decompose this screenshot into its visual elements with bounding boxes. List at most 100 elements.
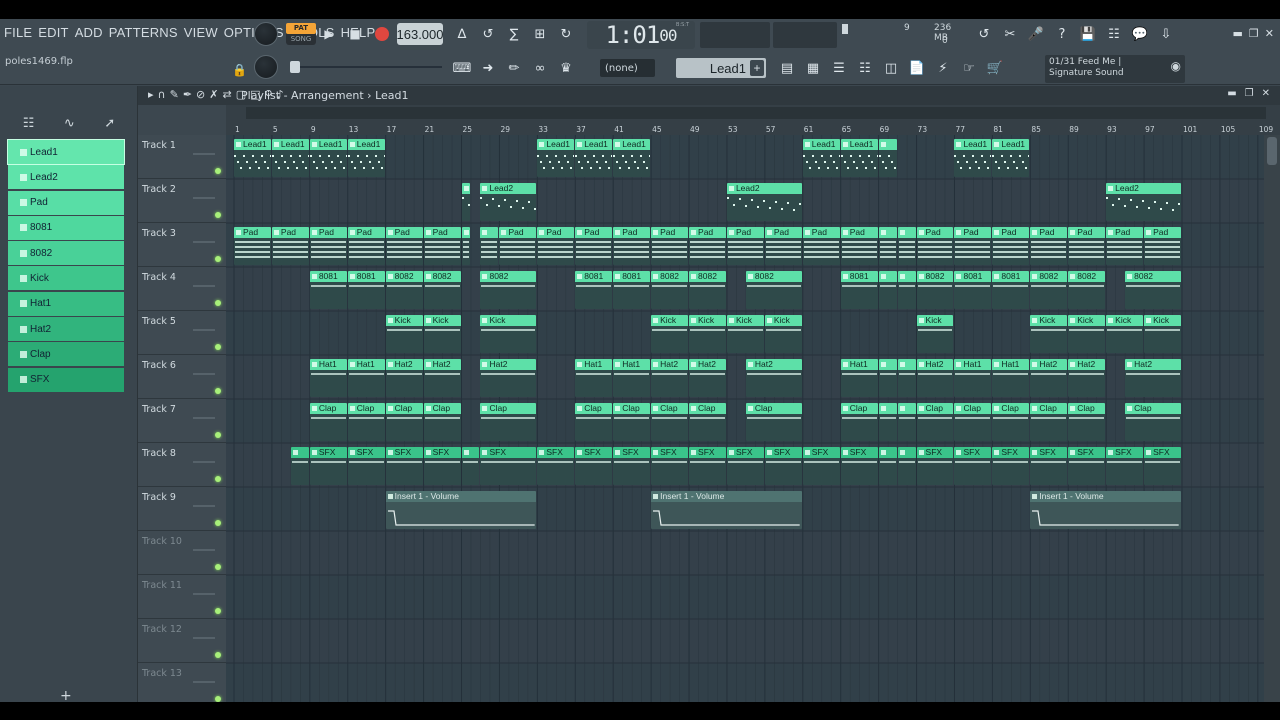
vertical-scroll-thumb[interactable] bbox=[1267, 137, 1277, 165]
pattern-clip[interactable]: Pad bbox=[1068, 227, 1106, 265]
pattern-clip[interactable] bbox=[897, 227, 916, 265]
track-mute-led[interactable] bbox=[215, 388, 221, 394]
pattern-clip[interactable]: 8082 bbox=[385, 271, 423, 309]
pattern-clip[interactable]: Pad bbox=[651, 227, 689, 265]
track-mute-led[interactable] bbox=[215, 476, 221, 482]
track-mute-led[interactable] bbox=[215, 300, 221, 306]
pattern-clip[interactable]: Hat1 bbox=[613, 359, 651, 397]
pattern-clip[interactable]: SFX bbox=[651, 447, 689, 485]
menu-file[interactable]: FILE bbox=[4, 25, 32, 40]
picker-item-hat2[interactable]: Hat2 bbox=[8, 317, 124, 342]
pattern-clip[interactable]: 8082 bbox=[745, 271, 802, 309]
pattern-clip[interactable]: Pad bbox=[499, 227, 537, 265]
help-icon[interactable]: ? bbox=[1051, 23, 1073, 45]
news-ticker[interactable]: 01/31 Feed Me | Signature Sound ◉ bbox=[1045, 55, 1185, 83]
pattern-clip[interactable] bbox=[897, 359, 916, 397]
pattern-clip[interactable]: Clap bbox=[916, 403, 954, 441]
pattern-selector[interactable]: Lead1 + bbox=[676, 58, 766, 78]
pattern-clip[interactable]: Hat2 bbox=[385, 359, 423, 397]
browser-icon[interactable]: ◫ bbox=[880, 57, 902, 79]
pattern-clip[interactable]: Pad bbox=[537, 227, 575, 265]
menu-edit[interactable]: EDIT bbox=[38, 25, 68, 40]
track-header-13[interactable]: Track 13 bbox=[138, 663, 226, 707]
pattern-clip[interactable]: SFX bbox=[575, 447, 613, 485]
pattern-clip[interactable] bbox=[290, 447, 309, 485]
pattern-clip[interactable]: Clap bbox=[689, 403, 726, 441]
automation-clip[interactable]: Insert 1 - Volume bbox=[1030, 491, 1181, 529]
pattern-clip[interactable]: SFX bbox=[689, 447, 726, 485]
pattern-clip[interactable]: SFX bbox=[309, 447, 347, 485]
track-header-7[interactable]: Track 7 bbox=[138, 399, 226, 443]
pattern-clip[interactable]: Hat2 bbox=[423, 359, 461, 397]
pattern-clip[interactable]: Hat1 bbox=[309, 359, 347, 397]
pattern-clip[interactable]: Clap bbox=[309, 403, 347, 441]
pattern-clip[interactable]: Hat2 bbox=[1068, 359, 1106, 397]
pattern-clip[interactable]: SFX bbox=[802, 447, 840, 485]
pattern-clip[interactable]: 8081 bbox=[613, 271, 651, 309]
pattern-clip[interactable]: Clap bbox=[745, 403, 802, 441]
pattern-clip[interactable]: SFX bbox=[423, 447, 461, 485]
stop-button[interactable]: ■ bbox=[344, 23, 366, 45]
pattern-clip[interactable]: Pad bbox=[992, 227, 1030, 265]
menu-patterns[interactable]: PATTERNS bbox=[109, 25, 178, 40]
pattern-clip[interactable]: Pad bbox=[423, 227, 461, 265]
draw-icon[interactable]: ✎ bbox=[170, 88, 179, 101]
pattern-clip[interactable]: Lead1 bbox=[309, 139, 347, 177]
menu-view[interactable]: VIEW bbox=[184, 25, 218, 40]
pattern-clip[interactable]: Lead1 bbox=[840, 139, 878, 177]
pattern-clip[interactable]: Clap bbox=[480, 403, 537, 441]
pattern-clip[interactable]: 8082 bbox=[651, 271, 689, 309]
pattern-clip[interactable]: Hat2 bbox=[651, 359, 689, 397]
picker-item-8082[interactable]: 8082 bbox=[8, 241, 124, 266]
playlist-icon[interactable]: ▤ bbox=[776, 57, 798, 79]
pattern-clip[interactable]: SFX bbox=[385, 447, 423, 485]
pattern-clip[interactable]: 8082 bbox=[1125, 271, 1181, 309]
snap-selector[interactable]: (none) bbox=[600, 59, 655, 77]
pattern-clip[interactable]: Kick bbox=[480, 315, 537, 353]
pattern-clip[interactable]: Pad bbox=[1144, 227, 1181, 265]
pattern-clip[interactable]: Lead1 bbox=[954, 139, 992, 177]
pattern-clip[interactable] bbox=[461, 447, 480, 485]
automation-clip[interactable]: Insert 1 - Volume bbox=[651, 491, 802, 529]
pattern-clip[interactable]: Lead2 bbox=[726, 183, 802, 221]
pattern-clip[interactable] bbox=[878, 403, 897, 441]
pattern-clip[interactable]: 8081 bbox=[992, 271, 1030, 309]
pattern-clip[interactable]: Lead1 bbox=[271, 139, 309, 177]
tempo-display[interactable]: 163.000 bbox=[397, 23, 444, 45]
pattern-clip[interactable]: Pad bbox=[802, 227, 840, 265]
pattern-clip[interactable]: Hat1 bbox=[992, 359, 1030, 397]
metronome-icon[interactable]: ∆ bbox=[451, 23, 473, 45]
arrangement-grid[interactable]: Lead1 Lead1 Lead1 Lead1 Lead1 Lead1 Lead1 Lead1… bbox=[226, 135, 1264, 702]
news-icon[interactable]: ☷ bbox=[1103, 23, 1125, 45]
track-mute-led[interactable] bbox=[215, 564, 221, 570]
countdown-icon[interactable]: ∑ bbox=[503, 23, 525, 45]
add-pattern-button[interactable]: + bbox=[750, 60, 764, 76]
pattern-clip[interactable]: Hat2 bbox=[1125, 359, 1181, 397]
track-header-5[interactable]: Track 5 bbox=[138, 311, 226, 355]
pattern-clip[interactable]: SFX bbox=[840, 447, 878, 485]
track-mute-led[interactable] bbox=[215, 256, 221, 262]
pattern-clip[interactable]: Pad bbox=[916, 227, 954, 265]
pattern-clip[interactable]: Hat2 bbox=[745, 359, 802, 397]
picker-item-lead2[interactable]: Lead2 bbox=[8, 165, 124, 190]
pattern-clip[interactable]: Clap bbox=[1068, 403, 1106, 441]
master-slider-handle[interactable] bbox=[290, 61, 300, 73]
track-header-2[interactable]: Track 2 bbox=[138, 179, 226, 223]
pattern-clip[interactable]: Clap bbox=[651, 403, 689, 441]
pattern-clip[interactable]: 8081 bbox=[840, 271, 878, 309]
pattern-clip[interactable]: Pad bbox=[764, 227, 802, 265]
bar-ruler[interactable]: 1 5 9 13 17 21 25 29 33 37 41 45 49 53 57 61 65 69 73 77 81 8… bbox=[226, 124, 1280, 135]
track-mute-led[interactable] bbox=[215, 344, 221, 350]
pattern-clip[interactable]: Lead2 bbox=[1106, 183, 1181, 221]
delete-icon[interactable]: ⊘ bbox=[196, 88, 205, 101]
pattern-clip[interactable]: SFX bbox=[480, 447, 537, 485]
stamp-icon[interactable]: ♛ bbox=[555, 57, 577, 79]
track-header-9[interactable]: Track 9 bbox=[138, 487, 226, 531]
pattern-clip[interactable]: Pad bbox=[385, 227, 423, 265]
files-icon[interactable]: 📄 bbox=[906, 57, 928, 79]
undo-icon[interactable]: ↺ bbox=[973, 23, 995, 45]
pattern-clip[interactable]: Kick bbox=[423, 315, 461, 353]
menu-add[interactable]: ADD bbox=[75, 25, 103, 40]
pattern-clip[interactable] bbox=[878, 271, 897, 309]
playlist-minimize-icon[interactable]: ▬ bbox=[1227, 88, 1236, 99]
